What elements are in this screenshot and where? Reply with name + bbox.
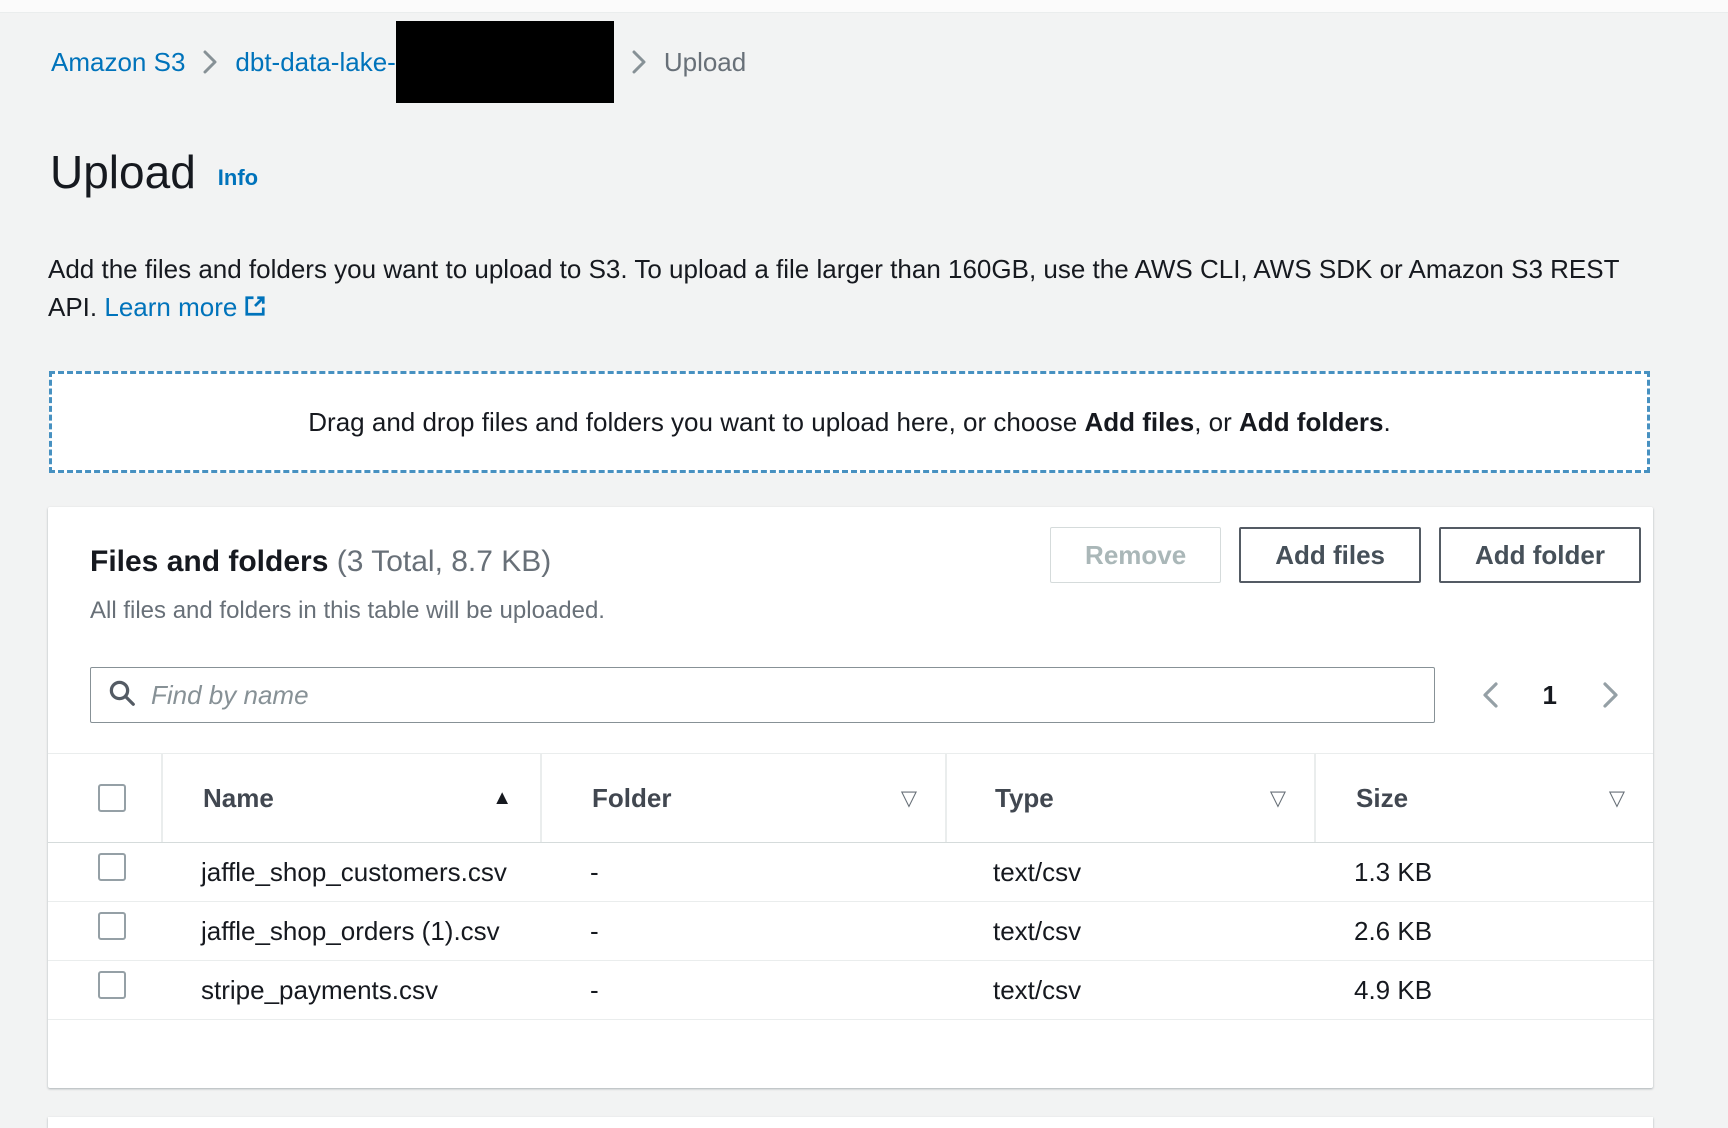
row-select-cell bbox=[48, 843, 161, 901]
chevron-right-icon[interactable] bbox=[1601, 680, 1619, 710]
column-header-size[interactable]: Size ▽ bbox=[1314, 754, 1653, 842]
redacted-bucket-suffix bbox=[396, 21, 614, 103]
cell-type: text/csv bbox=[945, 902, 1314, 960]
cell-size: 2.6 KB bbox=[1314, 902, 1653, 960]
column-header-name[interactable]: Name ▲ bbox=[161, 754, 540, 842]
description-text: Add the files and folders you want to up… bbox=[48, 254, 1619, 322]
panel-subtitle: All files and folders in this table will… bbox=[90, 597, 605, 625]
panel-summary-count: (3 Total, 8.7 KB) bbox=[337, 545, 552, 578]
chevron-right-icon bbox=[632, 49, 646, 75]
add-folder-button[interactable]: Add folder bbox=[1439, 527, 1641, 583]
cell-size: 1.3 KB bbox=[1314, 843, 1653, 901]
row-checkbox[interactable] bbox=[98, 912, 126, 940]
current-page-number[interactable]: 1 bbox=[1543, 680, 1557, 711]
pagination: 1 bbox=[1481, 667, 1619, 723]
external-link-icon bbox=[243, 290, 267, 328]
cell-folder: - bbox=[540, 961, 945, 1019]
top-strip bbox=[0, 0, 1728, 13]
drag-and-drop-zone[interactable]: Drag and drop files and folders you want… bbox=[49, 371, 1650, 473]
cell-size: 4.9 KB bbox=[1314, 961, 1653, 1019]
info-link[interactable]: Info bbox=[218, 165, 258, 191]
cell-folder: - bbox=[540, 843, 945, 901]
row-checkbox[interactable] bbox=[98, 853, 126, 881]
search-icon bbox=[107, 678, 137, 713]
table-row[interactable]: jaffle_shop_customers.csv - text/csv 1.3… bbox=[48, 843, 1653, 902]
row-checkbox[interactable] bbox=[98, 971, 126, 999]
page-title: Upload bbox=[50, 144, 196, 200]
learn-more-link[interactable]: Learn more bbox=[104, 292, 267, 322]
column-header-type[interactable]: Type ▽ bbox=[945, 754, 1314, 842]
sort-ascending-icon[interactable]: ▲ bbox=[492, 787, 512, 810]
search-input[interactable] bbox=[137, 668, 1434, 722]
sort-indicator-icon[interactable]: ▽ bbox=[1270, 786, 1286, 811]
sort-indicator-icon[interactable]: ▽ bbox=[901, 786, 917, 811]
table-row[interactable]: stripe_payments.csv - text/csv 4.9 KB bbox=[48, 961, 1653, 1020]
cell-folder: - bbox=[540, 902, 945, 960]
files-and-folders-panel: Files and folders (3 Total, 8.7 KB) All … bbox=[48, 507, 1653, 1088]
breadcrumb-bucket-label[interactable]: dbt-data-lake- bbox=[235, 47, 395, 78]
next-section-card-edge bbox=[48, 1117, 1653, 1128]
row-select-cell bbox=[48, 961, 161, 1019]
add-files-button[interactable]: Add files bbox=[1239, 527, 1421, 583]
files-table: Name ▲ Folder ▽ Type ▽ Size ▽ jaffle_sho… bbox=[48, 753, 1653, 1020]
remove-button[interactable]: Remove bbox=[1050, 527, 1221, 583]
page-description: Add the files and folders you want to up… bbox=[48, 250, 1648, 328]
column-header-folder[interactable]: Folder ▽ bbox=[540, 754, 945, 842]
search-box bbox=[90, 667, 1435, 723]
cell-name: jaffle_shop_orders (1).csv bbox=[161, 902, 540, 960]
sort-indicator-icon[interactable]: ▽ bbox=[1609, 786, 1625, 811]
cell-type: text/csv bbox=[945, 961, 1314, 1019]
breadcrumb: Amazon S3 dbt-data-lake- Upload bbox=[51, 20, 746, 104]
cell-type: text/csv bbox=[945, 843, 1314, 901]
chevron-left-icon[interactable] bbox=[1481, 680, 1499, 710]
dropzone-text: Drag and drop files and folders you want… bbox=[308, 407, 1390, 438]
select-all-cell bbox=[48, 754, 161, 842]
panel-title-line: Files and folders (3 Total, 8.7 KB) bbox=[90, 545, 551, 579]
breadcrumb-bucket[interactable]: dbt-data-lake- bbox=[235, 21, 613, 103]
breadcrumb-current-upload: Upload bbox=[664, 47, 746, 78]
select-all-checkbox[interactable] bbox=[98, 784, 126, 812]
table-header-row: Name ▲ Folder ▽ Type ▽ Size ▽ bbox=[48, 753, 1653, 843]
panel-actions: Remove Add files Add folder bbox=[1050, 527, 1641, 583]
row-select-cell bbox=[48, 902, 161, 960]
page-header: Upload Info bbox=[50, 144, 258, 200]
cell-name: jaffle_shop_customers.csv bbox=[161, 843, 540, 901]
panel-title: Files and folders bbox=[90, 545, 328, 578]
chevron-right-icon bbox=[203, 49, 217, 75]
breadcrumb-amazon-s3[interactable]: Amazon S3 bbox=[51, 47, 185, 78]
cell-name: stripe_payments.csv bbox=[161, 961, 540, 1019]
table-row[interactable]: jaffle_shop_orders (1).csv - text/csv 2.… bbox=[48, 902, 1653, 961]
